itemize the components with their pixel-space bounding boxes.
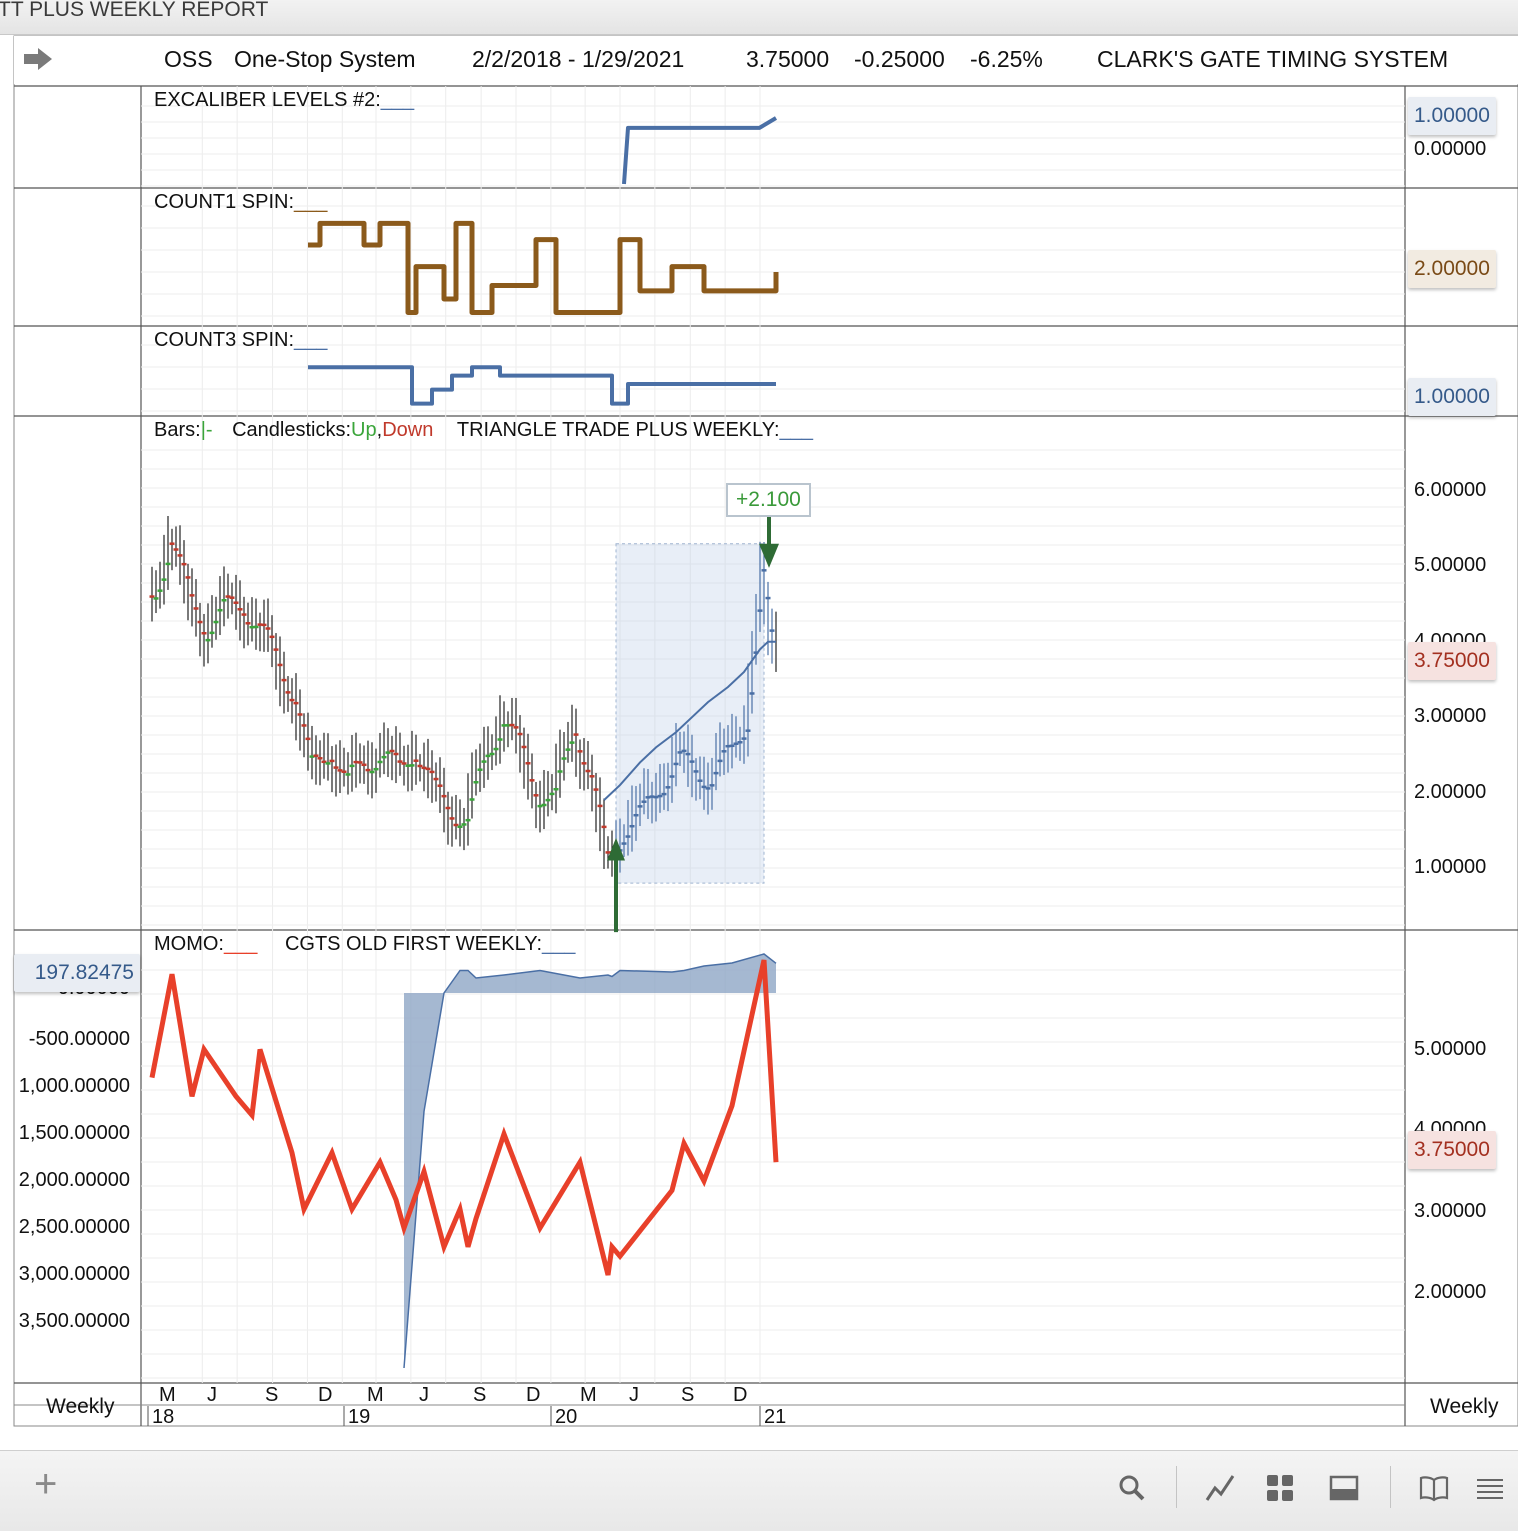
chart-header: OSS One-Stop System 2/2/2018 - 1/29/2021…: [14, 36, 1518, 84]
search-icon[interactable]: [1116, 1472, 1148, 1504]
panel-icon[interactable]: [1328, 1472, 1360, 1504]
price-change: -0.25000: [854, 46, 945, 72]
x-month-label: S: [265, 1384, 279, 1406]
momo-left-tick: 2,500.00000: [18, 1216, 130, 1238]
x-month-label: M: [580, 1384, 597, 1406]
book-icon[interactable]: [1418, 1472, 1450, 1504]
momo-legend: MOMO:___ CGTS OLD FIRST WEEKLY:___: [154, 933, 576, 955]
count1-value-badge: 2.00000: [1408, 250, 1496, 288]
momo-left-tick: 1,000.00000: [18, 1075, 130, 1097]
momo-left-tick: 1,500.00000: [18, 1122, 130, 1144]
chart-canvas: [13, 35, 1518, 1427]
x-month-label: M: [367, 1384, 384, 1406]
x-month-label: D: [318, 1384, 333, 1406]
price-tick: 5.00000: [1414, 554, 1487, 577]
list-icon[interactable]: [1474, 1472, 1506, 1504]
period-left[interactable]: Weekly: [46, 1395, 114, 1419]
momo-left-tick: -500.00000: [28, 1028, 130, 1050]
symbol[interactable]: OSS: [164, 46, 213, 73]
x-month-label: D: [733, 1384, 748, 1406]
x-year-label: 19: [348, 1406, 371, 1428]
x-year-label: 18: [152, 1406, 175, 1428]
last-price: 3.75000: [746, 46, 830, 72]
x-month-label: S: [681, 1384, 695, 1406]
count3-value-badge: 1.00000: [1408, 378, 1496, 416]
momo-left-tick: 3,000.00000: [18, 1263, 130, 1285]
excaliber-tick: 0.00000: [1414, 138, 1487, 160]
price-change-pct: -6.25%: [970, 46, 1043, 72]
x-month-label: J: [419, 1384, 429, 1406]
momo-left-badge: 197.82475: [14, 954, 140, 992]
excaliber-value-badge: 1.00000: [1408, 97, 1496, 135]
momo-right-tick: 5.00000: [1414, 1038, 1487, 1060]
x-year-label: 21: [764, 1406, 787, 1428]
momo-left-tick: 3,500.00000: [18, 1310, 130, 1332]
trade-gain-label: +2.100: [726, 483, 811, 517]
x-month-label: M: [159, 1384, 176, 1406]
price-tick: 1.00000: [1414, 856, 1487, 878]
company-name: One-Stop System: [234, 46, 416, 72]
price-tick: 3.00000: [1414, 705, 1487, 728]
momo-right-tick: 3.00000: [1414, 1200, 1487, 1222]
window-title: TT PLUS WEEKLY REPORT: [0, 0, 269, 21]
price-tick: 2.00000: [1414, 780, 1487, 803]
chart-frame: [13, 35, 1518, 1427]
trade-box: [615, 543, 765, 884]
price-last-badge: 3.75000: [1408, 642, 1496, 680]
count3-label: COUNT3 SPIN:___: [154, 329, 328, 351]
chart-line-icon[interactable]: [1205, 1472, 1237, 1504]
period-right[interactable]: Weekly: [1430, 1395, 1498, 1419]
x-month-label: J: [629, 1384, 639, 1406]
excaliber-label: EXCALIBER LEVELS #2:___: [154, 89, 415, 111]
x-month-label: D: [526, 1384, 541, 1406]
arrow-right-icon[interactable]: [24, 48, 54, 70]
date-range: 2/2/2018 - 1/29/2021: [472, 46, 685, 72]
price-legend: Bars:|- Candlesticks:Up,Down TRIANGLE TR…: [154, 419, 813, 441]
x-year-label: 20: [555, 1406, 578, 1428]
add-pane-button[interactable]: +: [34, 1462, 57, 1507]
system-name: CLARK'S GATE TIMING SYSTEM: [1097, 46, 1449, 72]
price-tick: 6.00000: [1414, 479, 1487, 501]
momo-right-badge: 3.75000: [1408, 1131, 1496, 1169]
x-month-label: S: [473, 1384, 487, 1406]
grid-icon[interactable]: [1264, 1472, 1296, 1504]
window-titlebar: TT PLUS WEEKLY REPORT: [0, 0, 1518, 35]
momo-right-tick: 2.00000: [1414, 1281, 1487, 1303]
momo-left-tick: 2,000.00000: [18, 1169, 130, 1191]
x-month-label: J: [207, 1384, 217, 1406]
count1-label: COUNT1 SPIN:___: [154, 191, 328, 213]
